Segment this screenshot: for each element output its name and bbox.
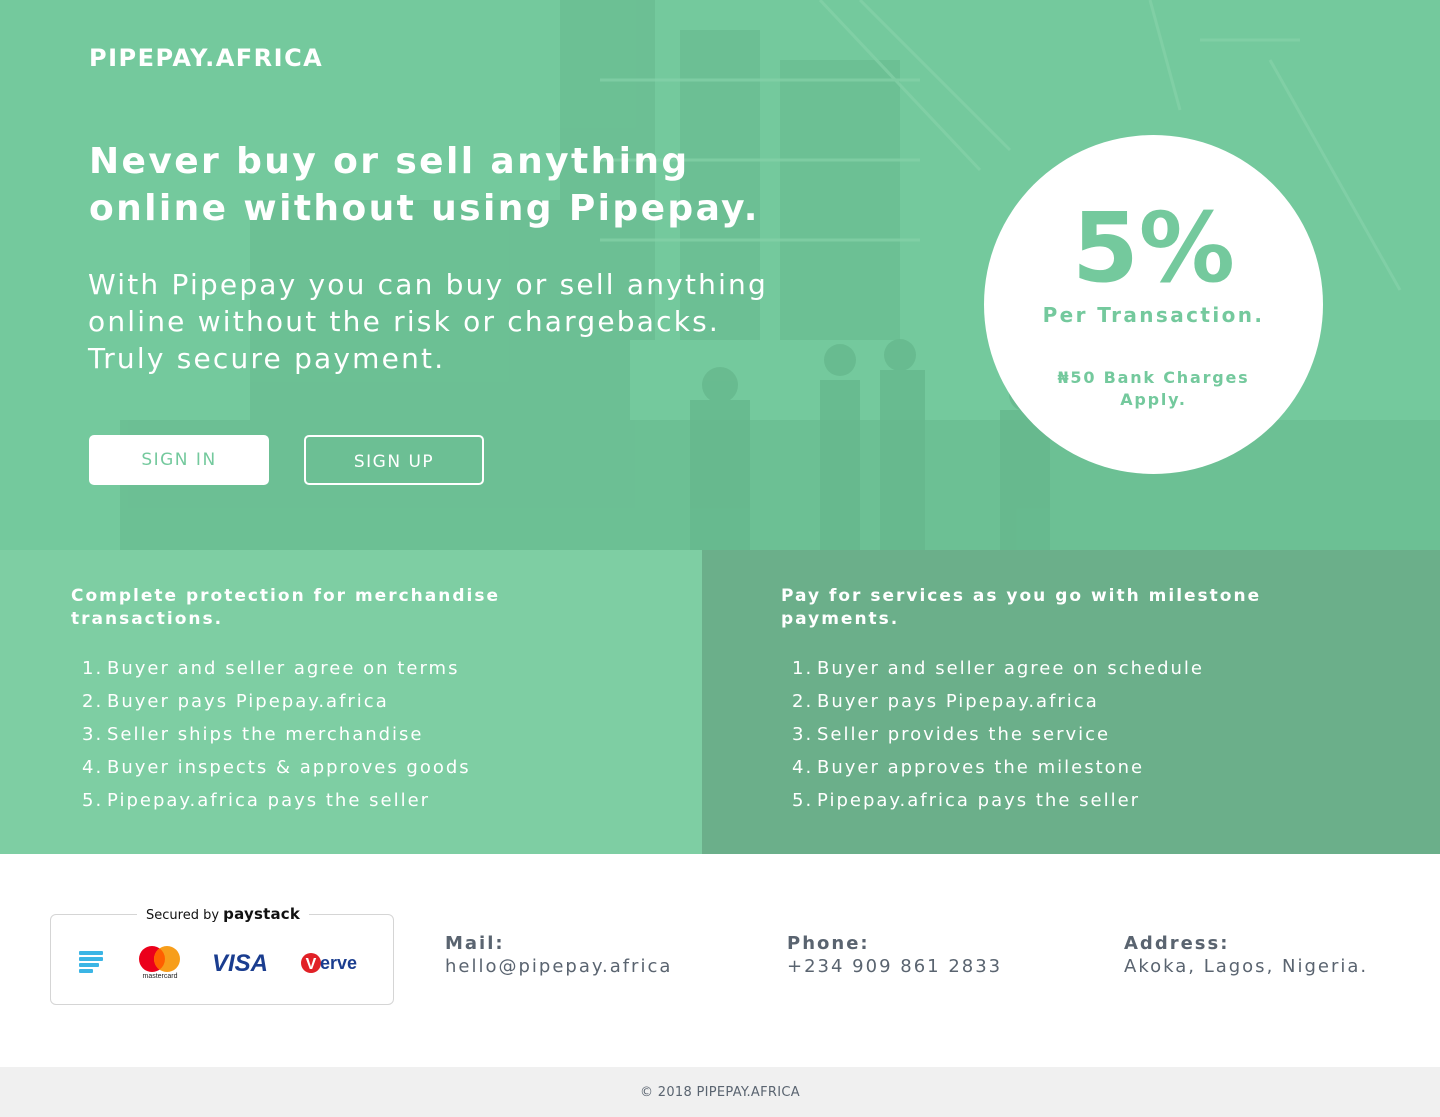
merchandise-steps: 1. Buyer and seller agree on terms 2. Buye… xyxy=(82,658,471,823)
pricing-badge: 5% Per Transaction. ₦50 Bank Charges App… xyxy=(984,135,1323,474)
list-item: 2. Buyer pays Pipepay.africa xyxy=(792,691,1204,724)
paystack-label: Secured by paystack xyxy=(137,904,310,926)
step-number: 3. xyxy=(82,724,104,745)
merchandise-panel: Complete protection for merchandise tran… xyxy=(0,550,702,854)
contact-mail: Mail: hello@pipepay.africa xyxy=(445,932,672,978)
copyright-text: © 2018 PIPEPAY.AFRICA xyxy=(640,1084,800,1100)
step-text: Buyer inspects & approves goods xyxy=(107,757,471,778)
mail-label: Mail: xyxy=(445,933,505,954)
list-item: 1. Buyer and seller agree on schedule xyxy=(792,658,1204,691)
hero-headline: Never buy or sell anything online withou… xyxy=(89,141,760,229)
merchandise-title: Complete protection for merchandise tran… xyxy=(71,586,500,629)
step-text: Buyer approves the milestone xyxy=(817,757,1145,778)
step-number: 4. xyxy=(82,757,104,778)
contact-section: Secured by paystack mastercard VISA V er… xyxy=(0,854,1440,1067)
phone-label: Phone: xyxy=(787,933,870,954)
list-item: 3. Seller ships the merchandise xyxy=(82,724,471,757)
visa-icon: VISA xyxy=(209,947,271,977)
paystack-brand-text: paystack xyxy=(223,905,301,923)
list-item: 5. Pipepay.africa pays the seller xyxy=(792,790,1204,823)
step-text: Seller ships the merchandise xyxy=(107,724,424,745)
verve-icon: V erve xyxy=(301,947,361,977)
secured-by-text: Secured by xyxy=(146,908,220,923)
list-item: 4. Buyer inspects & approves goods xyxy=(82,757,471,790)
list-item: 4. Buyer approves the milestone xyxy=(792,757,1204,790)
step-text: Buyer and seller agree on schedule xyxy=(817,658,1204,679)
svg-text:V: V xyxy=(306,956,317,973)
phone-value[interactable]: +234 909 861 2833 xyxy=(787,955,1002,978)
step-number: 1. xyxy=(82,658,104,679)
step-number: 1. xyxy=(792,658,814,679)
step-number: 3. xyxy=(792,724,814,745)
step-text: Buyer and seller agree on terms xyxy=(107,658,460,679)
list-item: 5. Pipepay.africa pays the seller xyxy=(82,790,471,823)
copyright-bar: © 2018 PIPEPAY.AFRICA xyxy=(0,1067,1440,1117)
mastercard-icon: mastercard xyxy=(137,946,183,979)
svg-text:erve: erve xyxy=(320,953,357,973)
hero-section: PIPEPAY.AFRICA Never buy or sell anythin… xyxy=(0,0,1440,550)
paystack-secured-badge: Secured by paystack mastercard VISA V er… xyxy=(50,904,394,1005)
step-text: Buyer pays Pipepay.africa xyxy=(817,691,1099,712)
step-number: 4. xyxy=(792,757,814,778)
list-item: 3. Seller provides the service xyxy=(792,724,1204,757)
contact-phone: Phone: +234 909 861 2833 xyxy=(787,932,1002,978)
pricing-per-transaction: Per Transaction. xyxy=(1042,303,1265,327)
brand-logo-text[interactable]: PIPEPAY.AFRICA xyxy=(89,44,323,72)
address-value: Akoka, Lagos, Nigeria. xyxy=(1124,956,1369,977)
paystack-icon xyxy=(79,947,105,977)
hero-description: With Pipepay you can buy or sell anythin… xyxy=(88,268,768,375)
contact-address: Address: Akoka, Lagos, Nigeria. xyxy=(1124,932,1368,978)
list-item: 2. Buyer pays Pipepay.africa xyxy=(82,691,471,724)
pricing-percent: 5% xyxy=(1072,192,1235,304)
list-item: 1. Buyer and seller agree on terms xyxy=(82,658,471,691)
step-text: Buyer pays Pipepay.africa xyxy=(107,691,389,712)
services-title: Pay for services as you go with mileston… xyxy=(781,586,1262,629)
features-section: Complete protection for merchandise tran… xyxy=(0,550,1440,854)
step-number: 5. xyxy=(792,790,814,811)
pricing-bank-charges: ₦50 Bank Charges Apply. xyxy=(1057,368,1250,409)
step-number: 5. xyxy=(82,790,104,811)
services-steps: 1. Buyer and seller agree on schedule 2. B… xyxy=(792,658,1204,823)
mail-value[interactable]: hello@pipepay.africa xyxy=(445,955,672,978)
svg-text:VISA: VISA xyxy=(212,950,268,975)
step-text: Pipepay.africa pays the seller xyxy=(107,790,431,811)
sign-up-button[interactable]: SIGN UP xyxy=(304,435,484,485)
address-label: Address: xyxy=(1124,933,1230,954)
step-number: 2. xyxy=(82,691,104,712)
card-logos: mastercard VISA V erve xyxy=(79,946,369,979)
step-number: 2. xyxy=(792,691,814,712)
step-text: Pipepay.africa pays the seller xyxy=(817,790,1141,811)
step-text: Seller provides the service xyxy=(817,724,1111,745)
sign-in-button[interactable]: SIGN IN xyxy=(89,435,269,485)
services-panel: Pay for services as you go with mileston… xyxy=(702,550,1440,854)
svg-text:mastercard: mastercard xyxy=(142,973,177,979)
